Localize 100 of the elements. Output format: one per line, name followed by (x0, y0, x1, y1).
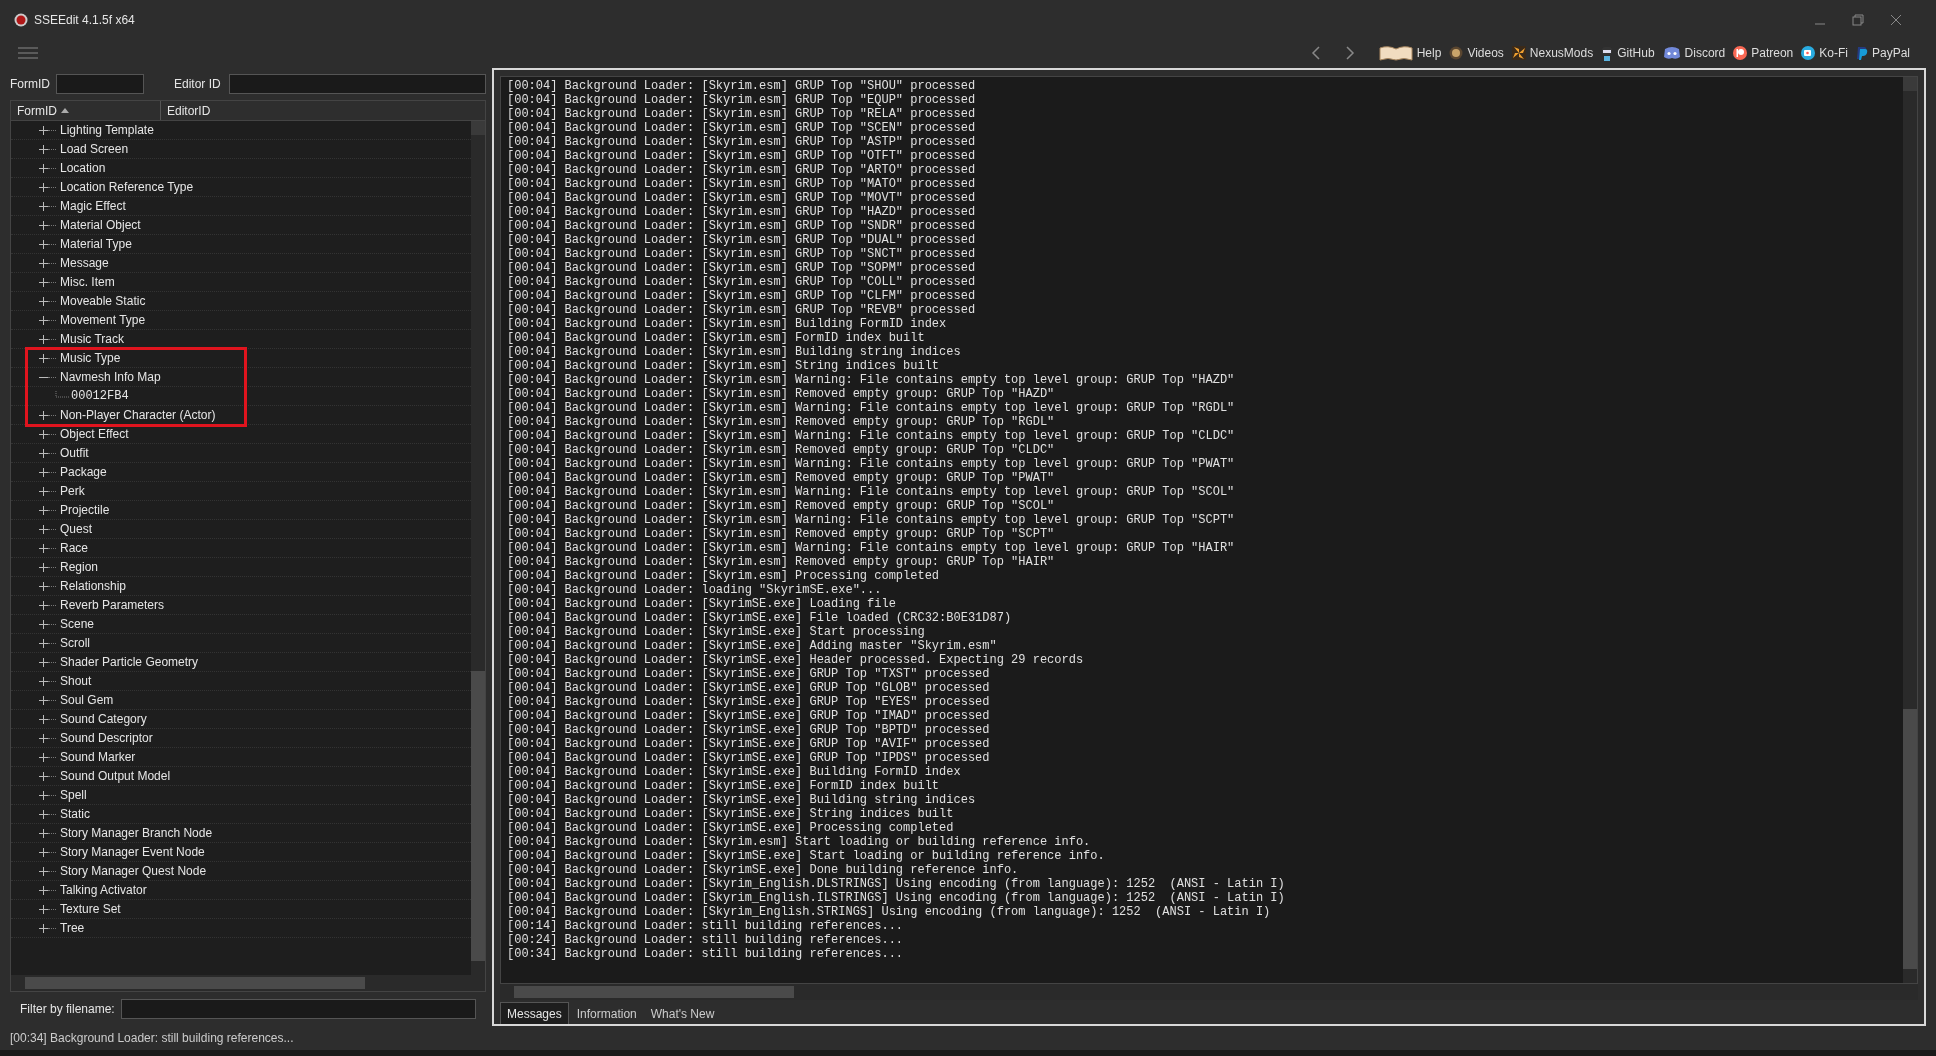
expand-icon[interactable] (39, 657, 48, 667)
panel-tab[interactable]: What's New (644, 1004, 721, 1024)
tree-item[interactable]: Scroll (60, 634, 90, 652)
expand-icon[interactable] (39, 201, 48, 211)
restore-icon[interactable] (1852, 14, 1864, 26)
expand-icon[interactable] (39, 904, 48, 914)
tree-item[interactable]: Sound Marker (60, 748, 136, 766)
column-header[interactable]: EditorID (161, 101, 485, 120)
tree-item[interactable]: Sound Output Model (60, 767, 171, 785)
close-icon[interactable] (1890, 14, 1902, 26)
toolbar-link[interactable]: GitHub (1601, 44, 1655, 62)
tree-item[interactable]: Texture Set (60, 900, 121, 918)
expand-icon[interactable] (39, 448, 48, 458)
expand-icon[interactable] (39, 809, 48, 819)
tree-item[interactable]: Story Manager Quest Node (60, 862, 207, 880)
expand-icon[interactable] (39, 467, 48, 477)
panel-tab[interactable]: Messages (500, 1002, 569, 1024)
tree-item[interactable]: Race (60, 539, 88, 557)
expand-icon[interactable] (39, 315, 48, 325)
editorid-field[interactable] (228, 74, 486, 94)
tree-item[interactable]: Scene (60, 615, 95, 633)
tree-item[interactable]: Region (60, 558, 99, 576)
formid-field[interactable] (56, 74, 144, 94)
tree-item[interactable]: Material Object (60, 216, 141, 234)
column-header[interactable]: FormID (11, 101, 161, 120)
tree-item[interactable]: Navmesh Info Map (60, 368, 161, 386)
tree-item[interactable]: Material Type (60, 235, 132, 253)
tree-item[interactable]: Object Effect (60, 425, 129, 443)
tree-item[interactable]: Story Manager Branch Node (60, 824, 213, 842)
tree-item[interactable]: Sound Descriptor (60, 729, 153, 747)
expand-icon[interactable] (39, 486, 48, 496)
tree-item[interactable]: Projectile (60, 501, 110, 519)
expand-icon[interactable] (39, 429, 48, 439)
tree-item[interactable]: Tree (60, 919, 85, 937)
vertical-scrollbar[interactable] (471, 121, 485, 975)
expand-icon[interactable] (39, 714, 48, 724)
filter-field[interactable] (120, 999, 476, 1019)
tree-item[interactable]: Spell (60, 786, 87, 804)
expand-icon[interactable] (39, 695, 48, 705)
expand-icon[interactable] (39, 923, 48, 933)
tree-item[interactable]: Music Track (60, 330, 124, 348)
vertical-scrollbar[interactable] (1903, 77, 1917, 983)
toolbar-link[interactable]: Videos (1449, 44, 1504, 62)
expand-icon[interactable] (39, 638, 48, 648)
expand-icon[interactable] (39, 600, 48, 610)
tree-item[interactable]: Location Reference Type (60, 178, 194, 196)
expand-icon[interactable] (39, 182, 48, 192)
panel-tab[interactable]: Information (570, 1004, 643, 1024)
tree-item[interactable]: Reverb Parameters (60, 596, 165, 614)
expand-icon[interactable] (39, 828, 48, 838)
expand-icon[interactable] (39, 277, 48, 287)
toolbar-link[interactable]: Help (1378, 44, 1442, 62)
tree-item[interactable]: Misc. Item (60, 273, 115, 291)
expand-icon[interactable] (39, 125, 48, 135)
horizontal-scrollbar[interactable] (11, 975, 485, 991)
expand-icon[interactable] (39, 771, 48, 781)
expand-icon[interactable] (39, 866, 48, 876)
toolbar-link[interactable]: Patreon (1733, 44, 1794, 62)
expand-icon[interactable] (39, 163, 48, 173)
expand-icon[interactable] (39, 296, 48, 306)
tree-item[interactable]: Location (60, 159, 106, 177)
tree-item[interactable]: Relationship (60, 577, 127, 595)
expand-icon[interactable] (39, 885, 48, 895)
expand-icon[interactable] (39, 239, 48, 249)
tree-item[interactable]: Moveable Static (60, 292, 146, 310)
tree-item[interactable]: Soul Gem (60, 691, 114, 709)
tree-item[interactable]: Load Screen (60, 140, 129, 158)
expand-icon[interactable] (39, 334, 48, 344)
expand-icon[interactable] (39, 220, 48, 230)
tree-item[interactable]: Sound Category (60, 710, 147, 728)
tree-item[interactable]: Quest (60, 520, 92, 538)
expand-icon[interactable] (39, 524, 48, 534)
expand-icon[interactable] (39, 790, 48, 800)
tree-item[interactable]: Package (60, 463, 107, 481)
toolbar-link[interactable]: Discord (1662, 44, 1726, 62)
expand-icon[interactable] (39, 144, 48, 154)
expand-icon[interactable] (39, 410, 48, 420)
expand-icon[interactable] (39, 581, 48, 591)
tree-item[interactable]: Perk (60, 482, 85, 500)
tree-item[interactable]: Lighting Template (60, 121, 154, 139)
toolbar-link[interactable]: NexusMods (1511, 44, 1594, 62)
tree-item[interactable]: Music Type (60, 349, 121, 367)
expand-icon[interactable] (39, 258, 48, 268)
tree-item[interactable]: Talking Activator (60, 881, 147, 899)
expand-icon[interactable] (39, 752, 48, 762)
expand-icon[interactable] (39, 543, 48, 553)
expand-icon[interactable] (39, 847, 48, 857)
tree-item[interactable]: Message (60, 254, 109, 272)
tree-item[interactable]: Shout (60, 672, 92, 690)
expand-icon[interactable] (39, 353, 48, 363)
tree-item[interactable]: Non-Player Character (Actor) (60, 406, 216, 424)
tree-item[interactable]: Shader Particle Geometry (60, 653, 199, 671)
tree-item[interactable]: Static (60, 805, 90, 823)
tree-item[interactable]: 00012FB4 (71, 387, 129, 405)
tree-item[interactable]: Magic Effect (60, 197, 126, 215)
toolbar-link[interactable]: Ko-Fi (1801, 44, 1848, 62)
tree-item[interactable]: Outfit (60, 444, 89, 462)
toolbar-link[interactable]: PayPal (1855, 44, 1910, 62)
expand-icon[interactable] (39, 676, 48, 686)
expand-icon[interactable] (39, 505, 48, 515)
